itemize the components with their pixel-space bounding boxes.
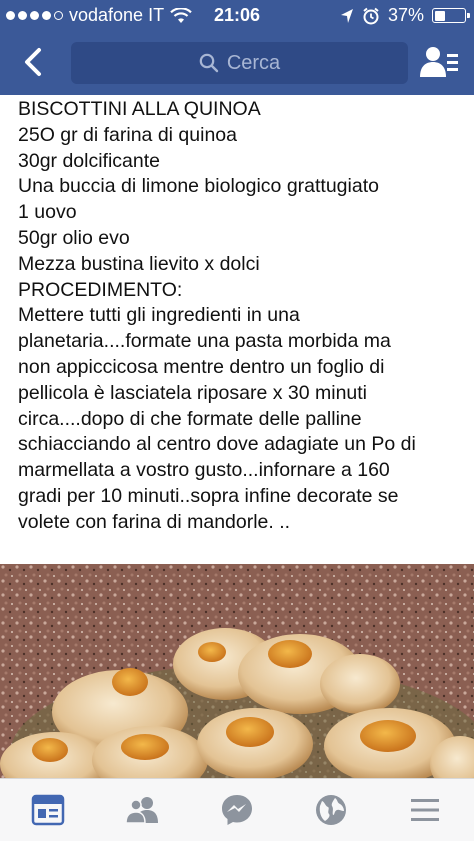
menu-icon[interactable] [407,793,443,827]
battery-icon [432,8,470,23]
location-icon [340,8,353,23]
procedure-heading: PROCEDIMENTO: [18,278,183,301]
bottom-tab-bar [0,778,474,841]
ingredient-line: 30gr dolcificante [18,149,161,172]
search-input[interactable]: Cerca [71,42,408,84]
friend-requests-icon[interactable] [418,44,460,82]
procedure-line: circa....dopo di che formate delle palli… [18,407,362,430]
navigation-bar: Cerca [0,38,474,88]
post-text: BISCOTTINI ALLA QUINOA 25O gr di farina … [18,97,468,536]
alarm-icon [363,7,379,24]
ingredient-line: Mezza bustina lievito x dolci [18,252,260,275]
cookies-photo[interactable] [0,564,474,778]
procedure-line: Mettere tutti gli ingredienti in una [18,304,300,327]
ingredient-line: Una buccia di limone biologico grattugia… [18,175,379,198]
procedure-line: gradi per 10 minuti..sopra infine decora… [18,484,399,507]
procedure-line: schiacciando al centro dove adagiate un … [18,433,416,456]
messenger-icon[interactable] [219,793,255,827]
search-icon [199,53,219,73]
procedure-line: marmellata a vostro gusto...infornare a … [18,459,390,482]
ingredient-line: 25O gr di farina di quinoa [18,123,237,146]
search-placeholder: Cerca [226,51,281,74]
globe-icon[interactable] [313,793,349,827]
friends-icon[interactable] [124,793,160,827]
procedure-line: non appiccicosa mentre dentro un foglio … [18,355,385,378]
battery-fill [434,10,446,21]
procedure-line: pellicola è lasciatela riposare x 30 min… [18,381,368,404]
procedure-line: planetaria....formate una pasta morbida … [18,330,391,353]
battery-percent: 37% [387,5,424,25]
ingredient-line: 1 uovo [18,201,77,224]
status-bar: vodafone IT 21:06 37% [0,0,474,30]
news-feed-icon[interactable] [30,793,66,827]
procedure-line: volete con farina di mandorle. .. [18,510,291,533]
ingredient-line: 50gr olio evo [18,226,130,249]
back-button[interactable] [14,42,54,82]
recipe-title: BISCOTTINI ALLA QUINOA [18,98,261,120]
top-bar: vodafone IT 21:06 37% Cerca [0,0,474,95]
